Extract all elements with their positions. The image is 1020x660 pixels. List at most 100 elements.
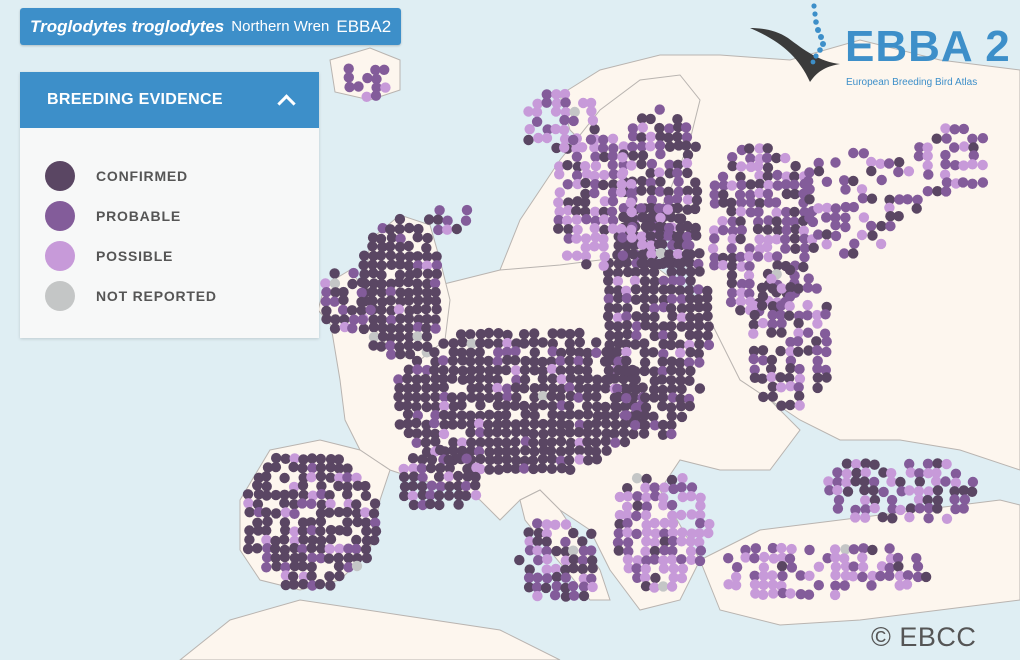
record-dot: [438, 338, 449, 349]
record-dot: [528, 437, 539, 448]
record-dot: [776, 283, 787, 294]
record-dot: [376, 269, 387, 281]
record-dot: [376, 260, 387, 271]
record-dot: [288, 489, 299, 500]
record-dot: [636, 158, 647, 170]
record-dot: [528, 337, 539, 348]
record-dot: [849, 238, 860, 249]
record-dot: [736, 179, 747, 191]
legend-item-possible[interactable]: POSSIBLE: [20, 236, 319, 276]
record-dot: [636, 258, 647, 269]
legend-item-probable[interactable]: PROBABLE: [20, 196, 319, 236]
record-dot: [636, 176, 648, 187]
record-dot: [577, 563, 588, 575]
record-dot: [694, 339, 705, 350]
record-dot: [792, 336, 804, 347]
record-dot: [958, 503, 969, 514]
record-dot: [429, 418, 440, 429]
record-dot: [465, 329, 476, 340]
record-dot: [950, 468, 962, 479]
record-dot: [803, 589, 815, 600]
record-dot: [356, 305, 367, 316]
record-dot: [658, 330, 669, 341]
record-dot: [631, 330, 642, 341]
record-dot: [288, 579, 299, 590]
record-dot: [244, 507, 255, 518]
chevron-up-icon[interactable]: [277, 92, 293, 108]
record-dot: [456, 399, 467, 411]
record-dot: [866, 580, 877, 591]
record-dot: [772, 169, 783, 181]
record-dot: [640, 546, 651, 557]
record-dot: [666, 554, 678, 565]
record-dot: [740, 552, 751, 563]
record-dot: [524, 124, 535, 135]
record-dot: [484, 409, 495, 420]
record-dot: [748, 353, 759, 365]
legend-item-not-reported[interactable]: NOT REPORTED: [20, 276, 319, 316]
record-dot: [242, 543, 254, 555]
record-dot: [306, 472, 317, 483]
record-dot: [808, 242, 819, 253]
record-dot: [582, 356, 593, 367]
record-dot: [830, 203, 841, 214]
record-dot: [325, 498, 336, 510]
record-dot: [384, 241, 396, 252]
record-dot: [821, 372, 832, 383]
record-dot: [532, 590, 543, 602]
record-dot: [532, 536, 543, 547]
record-dot: [563, 224, 574, 235]
record-dot: [577, 536, 588, 547]
record-dot: [457, 337, 468, 348]
record-dot: [540, 582, 552, 594]
record-dot: [417, 472, 428, 483]
record-dot: [730, 580, 742, 591]
record-dot: [571, 250, 583, 261]
record-dot: [658, 275, 669, 286]
legend-item-confirmed[interactable]: CONFIRMED: [20, 156, 319, 196]
breeding-evidence-legend: BREEDING EVIDENCE CONFIRMED PROBABLE POS…: [20, 72, 319, 338]
record-dot: [798, 261, 809, 273]
record-dot: [695, 518, 706, 529]
record-dot: [830, 230, 842, 242]
record-dot: [848, 201, 859, 213]
record-dot: [386, 349, 397, 360]
record-dot: [586, 528, 597, 539]
record-dot: [607, 196, 619, 207]
record-dot: [645, 141, 656, 152]
record-dot: [761, 241, 773, 253]
record-dot: [618, 427, 630, 438]
record-dot: [766, 273, 777, 285]
record-dot: [677, 563, 689, 574]
record-dot: [848, 147, 859, 159]
record-dot: [420, 303, 432, 315]
record-dot: [460, 490, 472, 501]
record-dot: [842, 486, 854, 497]
record-dot: [666, 364, 677, 376]
record-dot: [501, 427, 512, 438]
record-dot: [745, 197, 757, 208]
record-dot: [966, 486, 978, 497]
record-dot: [931, 133, 942, 144]
record-dot: [370, 90, 382, 101]
record-dot: [681, 158, 693, 169]
record-dot: [546, 463, 558, 474]
record-dot: [598, 260, 609, 271]
record-dot: [932, 485, 944, 496]
record-dot: [411, 417, 422, 429]
record-dot: [356, 287, 367, 298]
record-dot: [344, 81, 355, 93]
record-dot: [940, 476, 951, 487]
record-dot: [901, 579, 913, 590]
record-dot: [648, 294, 659, 305]
record-dot: [453, 499, 464, 510]
record-dot: [474, 373, 486, 384]
record-dot: [657, 400, 668, 412]
record-dot: [402, 409, 414, 420]
record-dot: [649, 582, 660, 593]
record-dot: [483, 355, 494, 367]
record-dot: [413, 295, 424, 306]
record-dot: [411, 437, 422, 448]
legend-header[interactable]: BREEDING EVIDENCE: [20, 72, 319, 128]
record-dot: [902, 194, 913, 205]
